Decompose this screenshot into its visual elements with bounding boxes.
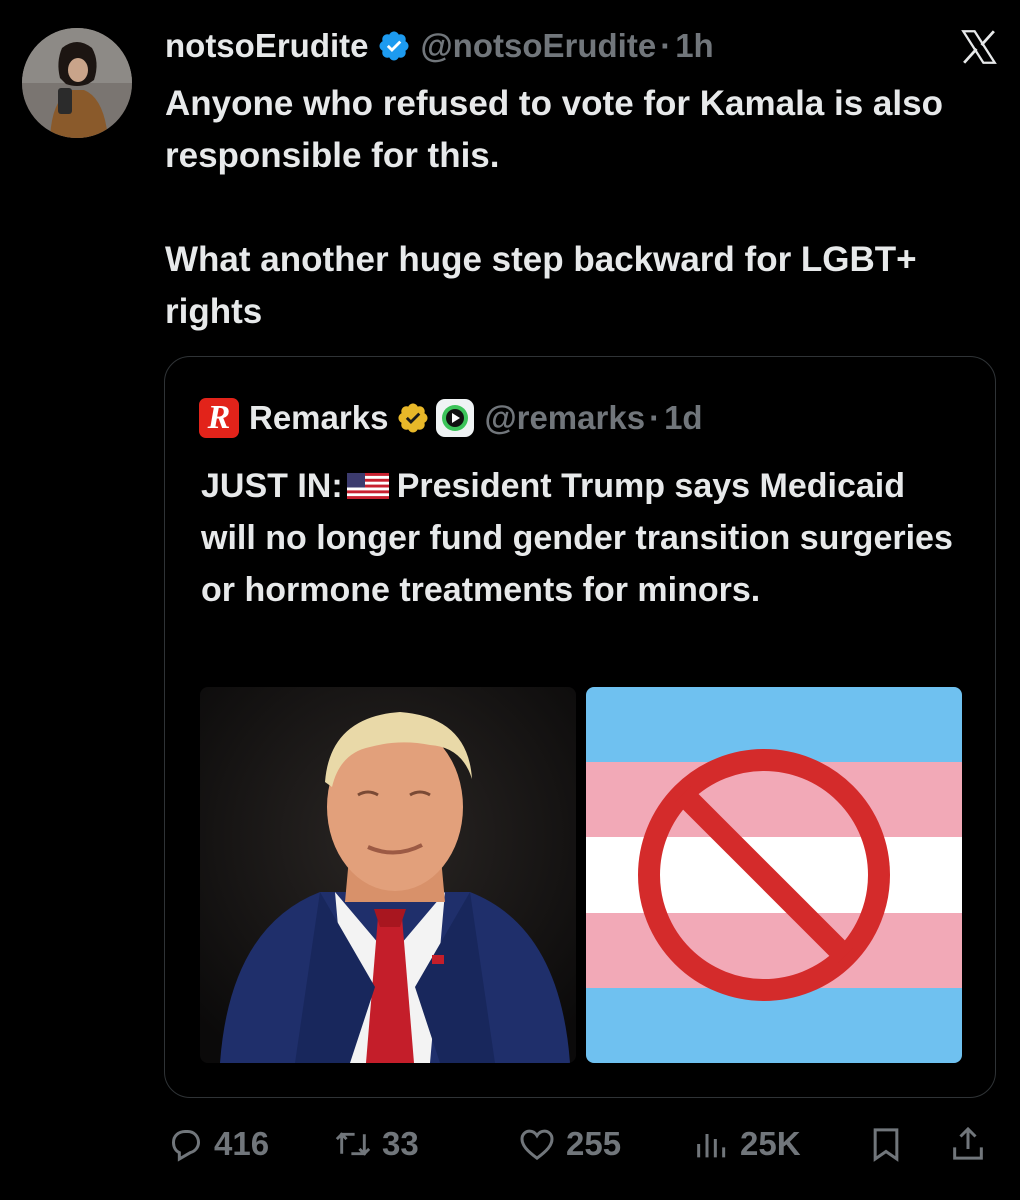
post-header: notsoErudite @notsoErudite · 1h <box>165 24 714 68</box>
quoted-author-handle[interactable]: @remarks <box>484 399 645 437</box>
media-image-portrait[interactable] <box>200 687 576 1063</box>
bookmark-button[interactable] <box>866 1122 914 1166</box>
like-button[interactable]: 255 <box>516 1122 621 1166</box>
media-image-flag[interactable] <box>586 687 962 1063</box>
views-icon <box>697 1134 726 1158</box>
author-display-name[interactable]: notsoErudite <box>165 27 369 65</box>
share-button[interactable] <box>948 1122 996 1166</box>
gold-verified-badge-icon <box>398 403 428 433</box>
avatar[interactable] <box>22 28 132 138</box>
quoted-text-prefix: JUST IN: <box>201 467 343 505</box>
x-logo-icon <box>961 30 997 64</box>
quoted-post-text: JUST IN: President Trump says Medicaid w… <box>201 460 961 616</box>
verified-badge-icon <box>378 31 409 61</box>
quoted-post[interactable]: R Remarks @remarks · 1d JUST IN: Preside… <box>164 356 996 1098</box>
post-time[interactable]: 1h <box>675 27 714 65</box>
affiliation-badge-icon <box>436 399 475 437</box>
quoted-author-display-name[interactable]: Remarks <box>249 399 388 437</box>
quoted-separator-dot: · <box>649 399 661 436</box>
reply-icon <box>171 1130 201 1162</box>
views-count: 25K <box>740 1125 801 1162</box>
remarks-logo-icon: R <box>199 398 239 438</box>
heart-icon <box>520 1129 554 1161</box>
reply-count: 416 <box>214 1125 270 1162</box>
us-flag-icon <box>346 473 389 499</box>
post-text-paragraph-2: What another huge step backward for LGBT… <box>165 240 917 331</box>
repost-icon <box>335 1132 371 1156</box>
action-bar: 416 33 255 25K <box>0 1112 1020 1176</box>
post-text: Anyone who refused to vote for Kamala is… <box>165 78 995 338</box>
quoted-post-header: R Remarks @remarks · 1d <box>199 397 703 439</box>
views-button[interactable]: 25K <box>692 1122 801 1166</box>
quoted-post-time[interactable]: 1d <box>664 399 703 437</box>
share-icon <box>953 1126 983 1160</box>
like-count: 255 <box>566 1125 622 1162</box>
bookmark-icon <box>873 1128 899 1162</box>
tweet: notsoErudite @notsoErudite · 1h Anyone w… <box>0 0 1020 1200</box>
author-handle[interactable]: @notsoErudite <box>421 27 657 65</box>
avatar-photo <box>22 28 132 138</box>
repost-count: 33 <box>382 1125 419 1162</box>
repost-button[interactable]: 33 <box>332 1122 419 1166</box>
reply-button[interactable]: 416 <box>166 1122 269 1166</box>
post-text-paragraph-1: Anyone who refused to vote for Kamala is… <box>165 84 943 175</box>
separator-dot: · <box>660 27 672 64</box>
